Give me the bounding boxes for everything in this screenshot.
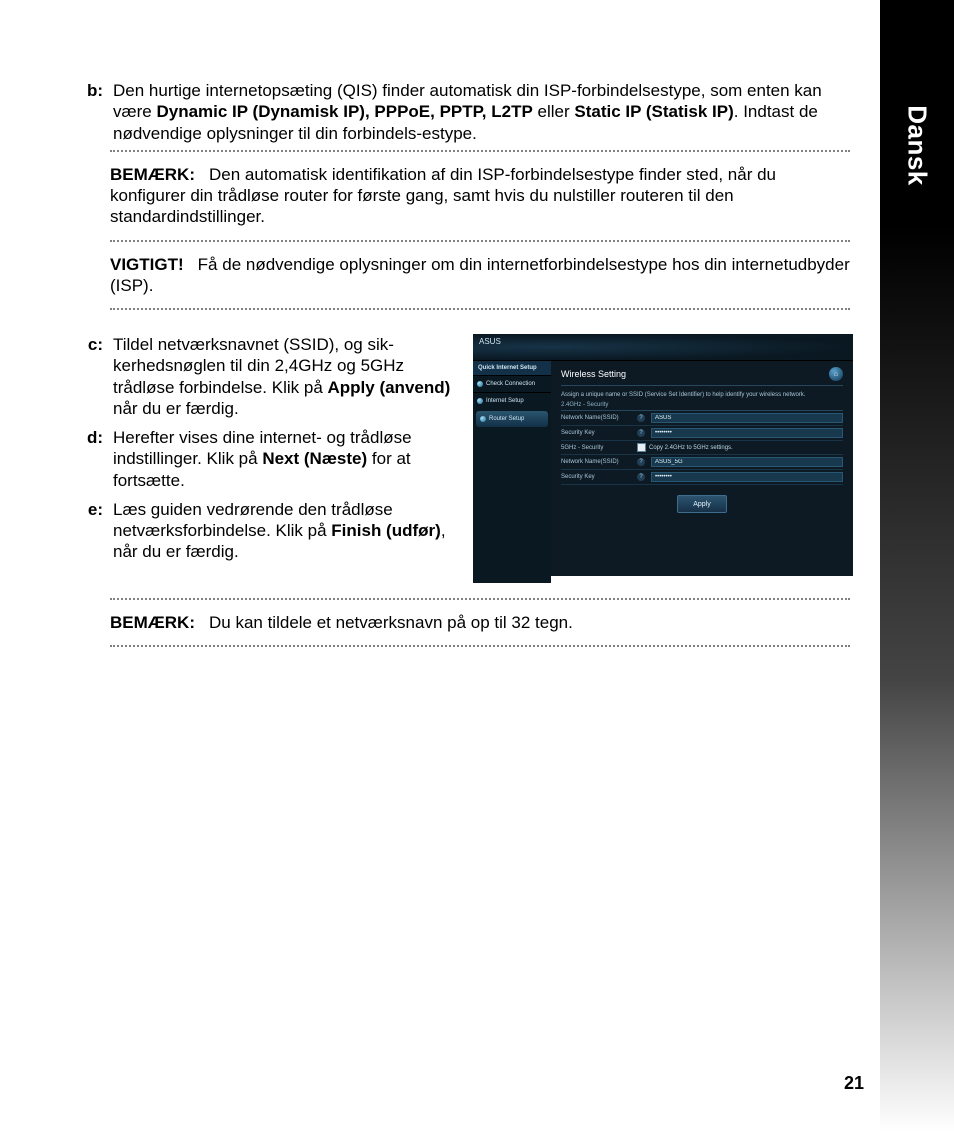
page-number: 21 [844,1073,864,1094]
step-c-body: Tildel netværksnavnet (SSID), og sik-ker… [113,334,453,419]
help-icon[interactable]: ? [637,458,645,466]
divider [110,645,850,647]
section-5ghz: 5GHz - Security [561,445,631,451]
step-e-b1: Finish (udfør) [331,521,441,540]
wireless-setting-hint: Assign a unique name or SSID (Service Se… [561,392,843,398]
qis-item-router-setup[interactable]: Router Setup [476,411,548,427]
note-3-text: Du kan tildele et netværksnavn på op til… [209,613,573,632]
step-e-body: Læs guiden vedrørende den trådløse netvæ… [113,499,453,563]
qis-item-internet-setup[interactable]: Internet Setup [473,392,551,409]
note-2-text: Få de nødvendige oplysninger om din inte… [110,255,850,295]
step-c: c: Tildel netværksnavnet (SSID), og sik-… [75,334,455,419]
router-screenshot: ASUS Quick Internet Setup Check Connecti… [473,334,865,576]
help-icon[interactable]: ? [637,473,645,481]
step-b-label: b: [75,80,113,144]
step-b-bold1: Dynamic IP (Dynamisk IP), PPPoE, PPTP, L… [156,102,532,121]
status-dot-icon [480,416,486,422]
copy-settings-checkbox[interactable]: Copy 2.4GHz to 5GHz settings. [637,443,843,452]
qis-title: Quick Internet Setup [473,361,551,375]
router-brand-bar: ASUS [473,334,853,361]
step-c-label: c: [75,334,113,419]
note-1-text: Den automatisk identifikation af din ISP… [110,165,776,227]
note-1: BEMÆRK:Den automatisk identifikation af … [110,156,850,236]
status-dot-icon [477,398,483,404]
qis-item-label: Internet Setup [486,398,524,404]
note-2-label: VIGTIGT! [110,254,184,275]
note-1-label: BEMÆRK: [110,164,195,185]
wireless-setting-title: Wireless Setting [561,369,626,379]
step-e-label: e: [75,499,113,563]
step-d-body: Herefter vises dine internet- og trådløs… [113,427,453,491]
apply-button[interactable]: Apply [677,495,727,513]
row-key-5: Security Key ? [561,470,843,485]
step-b-body: Den hurtige internetopsæting (QIS) finde… [113,80,865,144]
language-side-tab: Dansk [880,0,954,1132]
step-b-mid: eller [533,102,575,121]
step-e: e: Læs guiden vedrørende den trådløse ne… [75,499,455,563]
steps-cde: c: Tildel netværksnavnet (SSID), og sik-… [75,334,455,576]
label-ssid-5: Network Name(SSID) [561,459,631,465]
step-d-label: d: [75,427,113,491]
step-c-b1: Apply (anvend) [328,378,451,397]
input-ssid-5[interactable] [651,457,843,467]
status-dot-icon [477,381,483,387]
router-sidebar: Quick Internet Setup Check Connection In… [473,361,551,583]
step-c-p2: når du er færdig. [113,399,239,418]
router-main-panel: Wireless Setting ⌂ Assign a unique name … [551,361,853,583]
checkbox-icon [637,443,646,452]
wireless-setting-title-row: Wireless Setting ⌂ [561,365,843,386]
input-key-24[interactable] [651,428,843,438]
input-ssid-24[interactable] [651,413,843,423]
step-b-bold2: Static IP (Statisk IP) [574,102,733,121]
copy-settings-label: Copy 2.4GHz to 5GHz settings. [649,445,733,451]
label-ssid-24: Network Name(SSID) [561,415,631,421]
qis-item-check-connection[interactable]: Check Connection [473,375,551,392]
router-body: Quick Internet Setup Check Connection In… [473,361,853,583]
divider [110,150,850,152]
row-ssid-5: Network Name(SSID) ? [561,455,843,470]
language-label: Dansk [902,105,933,186]
row-key-24: Security Key ? [561,426,843,441]
home-icon[interactable]: ⌂ [829,367,843,381]
divider [110,240,850,242]
divider [110,308,850,310]
row-steps-and-screenshot: c: Tildel netværksnavnet (SSID), og sik-… [75,334,865,576]
section-24ghz: 2.4GHz - Security [561,400,843,411]
input-key-5[interactable] [651,472,843,482]
help-icon[interactable]: ? [637,429,645,437]
step-d-b1: Next (Næste) [262,449,367,468]
label-key-24: Security Key [561,430,631,436]
divider [110,598,850,600]
page-content: b: Den hurtige internetopsæting (QIS) fi… [75,80,865,651]
note-3: BEMÆRK: Du kan tildele et netværksnavn på… [110,604,850,641]
router-ui: ASUS Quick Internet Setup Check Connecti… [473,334,853,576]
label-key-5: Security Key [561,474,631,480]
step-b: b: Den hurtige internetopsæting (QIS) fi… [75,80,865,144]
note-3-label: BEMÆRK: [110,612,195,633]
note-2: VIGTIGT!Få de nødvendige oplysninger om … [110,246,850,305]
help-icon[interactable]: ? [637,414,645,422]
row-ssid-24: Network Name(SSID) ? [561,411,843,426]
qis-item-label: Check Connection [486,381,535,387]
row-section-5ghz: 5GHz - Security Copy 2.4GHz to 5GHz sett… [561,441,843,455]
step-d: d: Herefter vises dine internet- og tråd… [75,427,455,491]
qis-item-label: Router Setup [489,416,524,422]
